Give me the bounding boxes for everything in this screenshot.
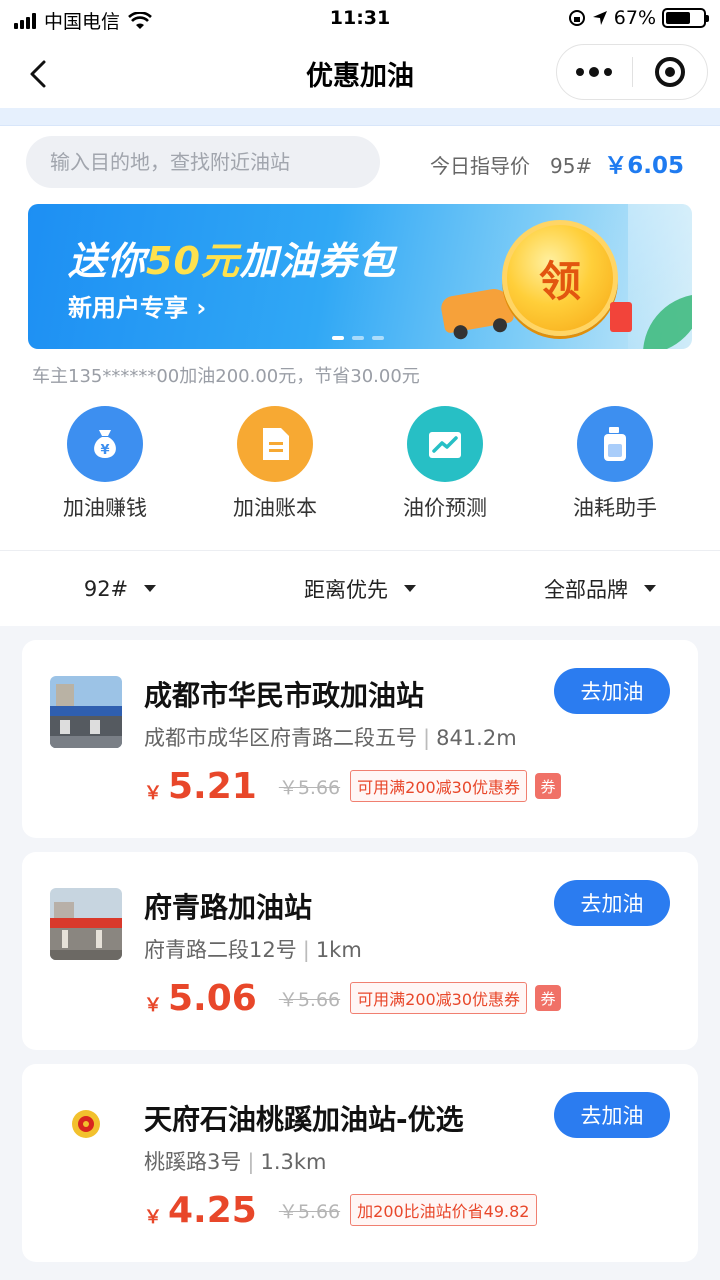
guide-price-grade: 95# — [550, 154, 593, 178]
discount-price: 4.25 — [168, 1189, 257, 1231]
status-right: 67% — [568, 7, 709, 29]
station-address: 府青路二段12号 | 1km — [144, 938, 362, 962]
fuel-can-icon — [577, 406, 653, 482]
back-button[interactable] — [22, 56, 58, 92]
tool-label: 加油账本 — [233, 496, 317, 520]
savings-ticker: 车主135******00加油200.00元，节省30.00元 — [32, 366, 420, 387]
station-photo — [50, 676, 122, 748]
station-card[interactable]: 府青路加油站 府青路二段12号 | 1km 去加油 ￥ 5.06 ￥5.66 可用满… — [22, 852, 698, 1050]
go-refuel-button[interactable]: 去加油 — [554, 1092, 670, 1138]
svg-text:¥: ¥ — [100, 443, 109, 458]
filter-label: 92# — [83, 576, 129, 601]
station-photo — [50, 888, 122, 960]
battery-icon — [662, 8, 709, 28]
station-distance: 841.2m — [436, 726, 517, 750]
original-price: ￥5.66 — [278, 1200, 341, 1223]
tool-fuel-assistant[interactable]: 油耗助手 — [530, 406, 700, 526]
search-input[interactable] — [26, 136, 380, 188]
station-address: 桃蹊路3号 | 1.3km — [144, 1150, 327, 1174]
station-name: 府青路加油站 — [144, 891, 313, 924]
station-name: 天府石油桃蹊加油站-优选 — [144, 1103, 464, 1136]
red-envelope-icon — [610, 302, 632, 332]
chevron-left-icon — [30, 60, 46, 88]
top-strip — [0, 108, 720, 126]
filter-label: 距离优先 — [304, 577, 388, 602]
header-panel: 今日指导价 95# ￥6.05 送你50元加油券包 新用户专享 › 领 车主13… — [0, 108, 720, 550]
guide-price: 今日指导价 95# ￥6.05 — [430, 146, 700, 180]
price-row: ￥ 5.06 ￥5.66 可用满200减30优惠券 券 — [144, 976, 562, 1020]
trend-chart-icon — [407, 406, 483, 482]
caret-down-icon — [644, 585, 656, 592]
miniprogram-capsule — [556, 44, 708, 100]
battery-percent: 67% — [613, 7, 656, 29]
caret-down-icon — [404, 585, 416, 592]
currency-symbol: ￥ — [144, 1207, 162, 1228]
banner-title: 送你50元加油券包 — [68, 239, 396, 283]
tool-label: 加油赚钱 — [63, 496, 147, 520]
filter-label: 全部品牌 — [544, 577, 628, 602]
filter-brand[interactable]: 全部品牌 — [480, 551, 720, 626]
caret-down-icon — [144, 585, 157, 592]
more-menu-button[interactable] — [557, 45, 632, 99]
station-address: 成都市成华区府青路二段五号 | 841.2m — [144, 726, 517, 750]
promo-tag: 可用满200减30优惠券 — [350, 982, 528, 1014]
coupon-badge: 券 — [535, 773, 562, 799]
station-card[interactable]: 成都市华民市政加油站 成都市成华区府青路二段五号 | 841.2m 去加油 ￥ 5.… — [22, 640, 698, 838]
station-distance: 1km — [315, 938, 362, 962]
target-icon — [654, 57, 685, 87]
original-price: ￥5.66 — [278, 776, 341, 799]
tool-price-forecast[interactable]: 油价预测 — [360, 406, 530, 526]
tool-earn-money[interactable]: ¥ 加油赚钱 — [20, 406, 190, 526]
station-brand-logo — [50, 1100, 122, 1172]
tool-grid: ¥ 加油赚钱 加油账本 油价预测 油耗助手 — [20, 406, 700, 526]
tool-label: 油价预测 — [403, 496, 487, 520]
go-refuel-button[interactable]: 去加油 — [554, 668, 670, 714]
battery-fill — [666, 12, 691, 24]
discount-price: 5.06 — [168, 977, 257, 1019]
currency-symbol: ￥ — [144, 995, 162, 1016]
promo-banner[interactable]: 送你50元加油券包 新用户专享 › 领 — [28, 204, 692, 349]
filter-sort[interactable]: 距离优先 — [240, 551, 480, 626]
money-bag-icon: ¥ — [67, 406, 143, 482]
price-row: ￥ 4.25 ￥5.66 加200比油站价省49.82 — [144, 1188, 537, 1232]
status-bar: 中国电信 11:31 67% — [0, 0, 720, 40]
go-refuel-button[interactable]: 去加油 — [554, 880, 670, 926]
ledger-icon — [237, 406, 313, 482]
rotation-lock-icon — [568, 10, 585, 26]
banner-subtitle: 新用户专享 › — [68, 294, 207, 322]
discount-price: 5.21 — [168, 765, 257, 807]
coupon-badge: 券 — [535, 985, 562, 1011]
price-row: ￥ 5.21 ￥5.66 可用满200减30优惠券 券 — [144, 764, 562, 808]
station-distance: 1.3km — [260, 1150, 327, 1174]
filter-oil-grade[interactable]: 92# — [0, 551, 240, 626]
promo-tag: 可用满200减30优惠券 — [350, 770, 528, 802]
guide-price-value: ￥6.05 — [604, 153, 684, 179]
coin-icon: 领 — [502, 220, 618, 336]
promo-tag: 加200比油站价省49.82 — [350, 1194, 537, 1226]
guide-price-label: 今日指导价 — [430, 154, 530, 178]
station-card[interactable]: 天府石油桃蹊加油站-优选 桃蹊路3号 | 1.3km 去加油 ￥ 4.25 ￥5.6… — [22, 1064, 698, 1262]
original-price: ￥5.66 — [278, 988, 341, 1011]
tool-ledger[interactable]: 加油账本 — [190, 406, 360, 526]
filter-bar: 92# 距离优先 全部品牌 — [0, 550, 720, 626]
carousel-indicator — [332, 336, 384, 340]
currency-symbol: ￥ — [144, 783, 162, 804]
nav-bar: 优惠加油 — [0, 40, 720, 108]
station-name: 成都市华民市政加油站 — [144, 679, 425, 712]
location-arrow-icon — [592, 11, 607, 25]
close-miniprogram-button[interactable] — [633, 45, 708, 99]
tool-label: 油耗助手 — [573, 496, 657, 520]
